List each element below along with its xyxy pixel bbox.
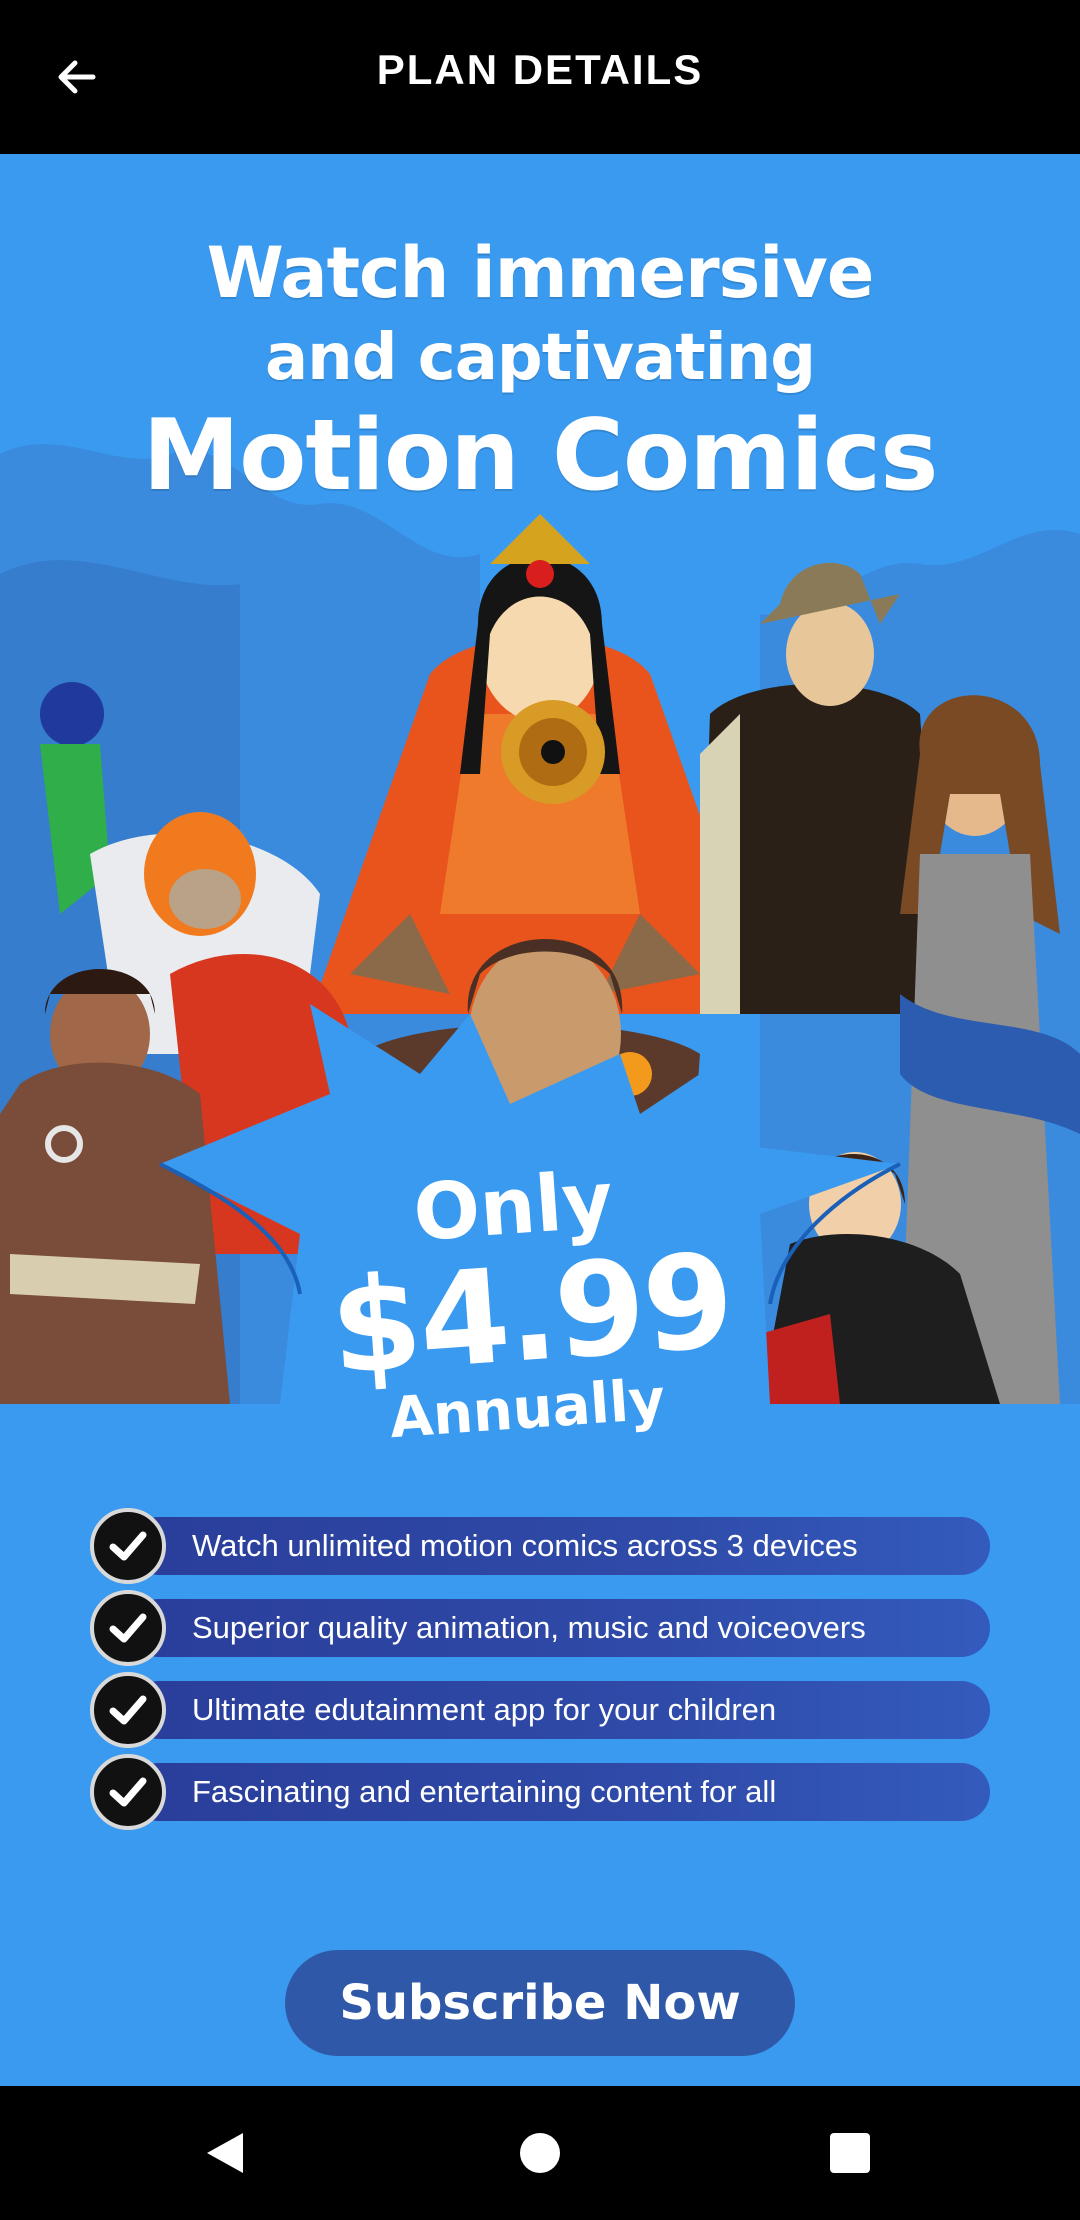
feature-item: Ultimate edutainment app for your childr…	[90, 1670, 990, 1752]
feature-label: Superior quality animation, music and vo…	[192, 1610, 866, 1645]
nav-recents-square-icon	[830, 2133, 870, 2173]
nav-back-button[interactable]	[190, 2118, 260, 2188]
checkmark-icon	[90, 1672, 166, 1748]
headline-line-2: and captivating	[264, 321, 816, 395]
plan-details-screen: PLAN DETAILS Watch immersive and captiva…	[0, 0, 1080, 2220]
checkmark-icon	[90, 1754, 166, 1830]
checkmark-icon	[90, 1508, 166, 1584]
checkmark-icon	[90, 1590, 166, 1666]
nav-back-triangle-icon	[207, 2133, 243, 2173]
price-badge: Only $4.99 Annually	[321, 1151, 737, 1457]
nav-recents-button[interactable]	[815, 2118, 885, 2188]
feature-item: Fascinating and entertaining content for…	[90, 1752, 990, 1834]
feature-label: Ultimate edutainment app for your childr…	[192, 1692, 777, 1727]
headline: Watch immersive and captivating Motion C…	[0, 229, 1080, 511]
promo-area: Watch immersive and captivating Motion C…	[0, 154, 1080, 2086]
feature-label: Fascinating and entertaining content for…	[192, 1774, 777, 1809]
feature-label: Watch unlimited motion comics across 3 d…	[192, 1528, 858, 1563]
headline-line-1: Watch immersive	[206, 232, 875, 314]
feature-item: Watch unlimited motion comics across 3 d…	[90, 1506, 990, 1588]
page-title: PLAN DETAILS	[376, 46, 704, 93]
top-app-bar: PLAN DETAILS	[0, 0, 1080, 154]
headline-line-3: Motion Comics	[142, 399, 939, 513]
feature-item: Superior quality animation, music and vo…	[90, 1588, 990, 1670]
nav-home-button[interactable]	[505, 2118, 575, 2188]
subscribe-now-button[interactable]: Subscribe Now	[285, 1950, 795, 2056]
system-navigation-bar	[0, 2086, 1080, 2220]
nav-home-circle-icon	[520, 2133, 560, 2173]
features-list: Watch unlimited motion comics across 3 d…	[90, 1506, 990, 1834]
